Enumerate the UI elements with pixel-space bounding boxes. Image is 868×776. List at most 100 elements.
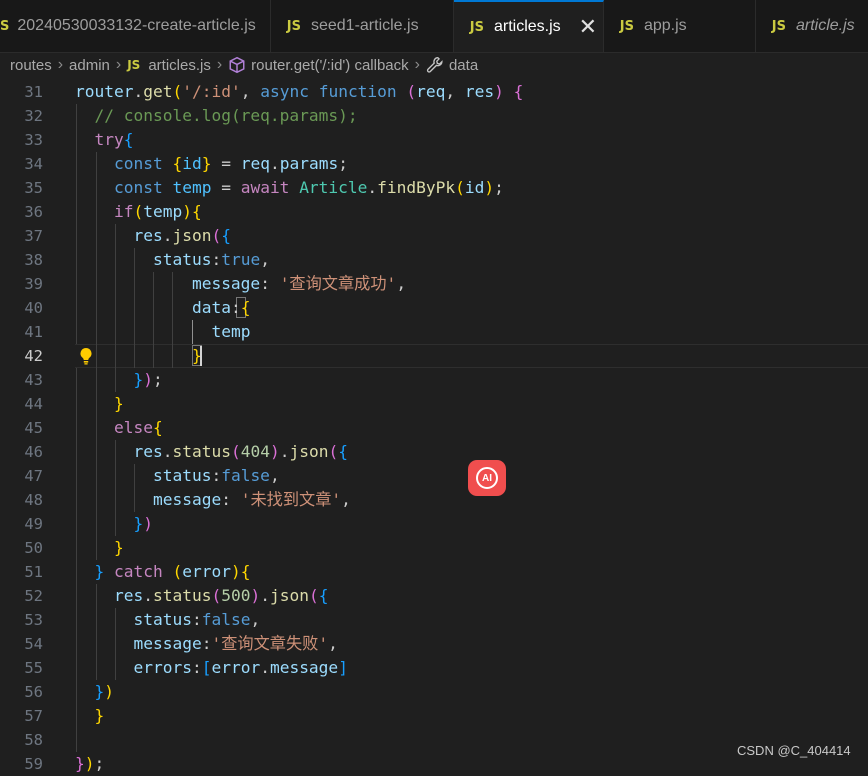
line-number: 40 [24,299,43,317]
breadcrumb-file[interactable]: JS articles.js [127,57,211,74]
code-line: 40 data:{ [0,296,868,320]
line-number: 55 [24,659,43,677]
code-line: 52 res.status(500).json({ [0,584,868,608]
code-text: message: '未找到文章', [152,490,351,509]
wrench-icon [426,57,443,73]
line-number: 56 [24,683,43,701]
code-line: 51 } catch (error){ [0,560,868,584]
tab-article[interactable]: JS article.js [756,0,868,52]
code-text: try{ [94,130,134,149]
watermark: CSDN @C_404414 [737,743,851,758]
code-text: if(temp){ [113,202,202,221]
code-line: 46 res.status(404).json({ [0,440,868,464]
line-number: 35 [24,179,43,197]
close-icon[interactable]: ✕ [579,16,597,38]
code-editor[interactable]: 31 router.get('/:id', async function (re… [0,80,868,773]
line-number: 46 [24,443,43,461]
tab-app[interactable]: JS app.js [604,0,756,52]
code-text: temp [211,322,251,341]
code-text: status:true, [152,250,270,269]
tab-seed1-article[interactable]: JS seed1-article.js [271,0,454,52]
code-text: status:false, [152,466,280,485]
code-text: }); [75,754,105,773]
code-line: 55 errors:[error.message] [0,656,868,680]
code-line: 38 status:true, [0,248,868,272]
line-number: 48 [24,491,43,509]
code-line: 47 status:false, [0,464,868,488]
code-text: status:false, [133,610,261,629]
code-text: }) [133,514,153,533]
code-text: } [191,346,202,365]
breadcrumb-callback[interactable]: router.get('/:id') callback [228,56,409,74]
code-text: data:{ [191,298,251,317]
code-line: 56 }) [0,680,868,704]
chevron-right-icon: › [216,56,223,73]
code-line: 49 }) [0,512,868,536]
breadcrumb-callback-label: router.get('/:id') callback [251,56,409,74]
code-text: }); [133,370,163,389]
code-line: 41 temp [0,320,868,344]
line-number: 59 [24,755,43,773]
code-text: } [113,394,124,413]
code-line: 35 const temp = await Article.findByPk(i… [0,176,868,200]
breadcrumb-admin[interactable]: admin [69,57,110,74]
js-icon: JS [469,19,484,35]
ai-assistant-button[interactable]: AI [468,460,506,496]
code-text: errors:[error.message] [133,658,348,677]
code-text: else{ [113,418,163,437]
line-number: 58 [24,731,43,749]
code-line: 39 message: '查询文章成功', [0,272,868,296]
line-number: 33 [24,131,43,149]
line-number: 36 [24,203,43,221]
tab-create-article[interactable]: S 20240530033132-create-article.js [0,0,271,52]
code-text: message:'查询文章失败', [133,634,338,653]
code-text: } catch (error){ [94,562,251,581]
line-number: 32 [24,107,43,125]
chevron-right-icon: › [57,56,64,73]
line-number: 57 [24,707,43,725]
chevron-right-icon: › [115,56,122,73]
breadcrumb-file-label: articles.js [148,56,211,74]
code-text: } [113,538,124,557]
js-icon: JS [127,58,141,72]
code-text: router.get('/:id', async function (req, … [75,82,524,101]
code-line: 53 status:false, [0,608,868,632]
tab-label: articles.js [493,18,561,35]
code-text: res.json({ [133,226,231,245]
code-text: const {id} = req.params; [113,154,348,173]
code-line: 54 message:'查询文章失败', [0,632,868,656]
editor-tab-bar: S 20240530033132-create-article.js JS se… [0,0,868,53]
line-number: 53 [24,611,43,629]
tab-label: 20240530033132-create-article.js [17,17,256,34]
code-line: 34 const {id} = req.params; [0,152,868,176]
code-line: 45 else{ [0,416,868,440]
line-number: 52 [24,587,43,605]
breadcrumb: routes › admin › JS articles.js › router… [0,52,868,78]
line-number: 37 [24,227,43,245]
tab-label: app.js [643,17,687,34]
code-line: 36 if(temp){ [0,200,868,224]
ai-assistant-icon: AI [476,467,498,489]
tab-articles[interactable]: JS articles.js ✕ [453,0,604,52]
code-text: res.status(500).json({ [113,586,329,605]
js-icon: JS [286,18,301,34]
code-line: 32 // console.log(req.params); [0,104,868,128]
code-line: 43 }); [0,368,868,392]
line-number: 50 [24,539,43,557]
line-number: 44 [24,395,43,413]
breadcrumb-routes[interactable]: routes [10,57,52,74]
line-number: 34 [24,155,43,173]
breadcrumb-data[interactable]: data [426,56,478,74]
code-line-current: 42 } [0,344,868,368]
line-number: 54 [24,635,43,653]
js-icon: JS [619,18,634,34]
line-number: 51 [24,563,43,581]
tab-label: article.js [795,17,855,34]
line-number: 39 [24,275,43,293]
line-number: 47 [24,467,43,485]
code-line: 50 } [0,536,868,560]
code-line: 33 try{ [0,128,868,152]
js-icon: S [0,18,10,34]
line-number: 42 [24,347,43,365]
code-line: 44 } [0,392,868,416]
